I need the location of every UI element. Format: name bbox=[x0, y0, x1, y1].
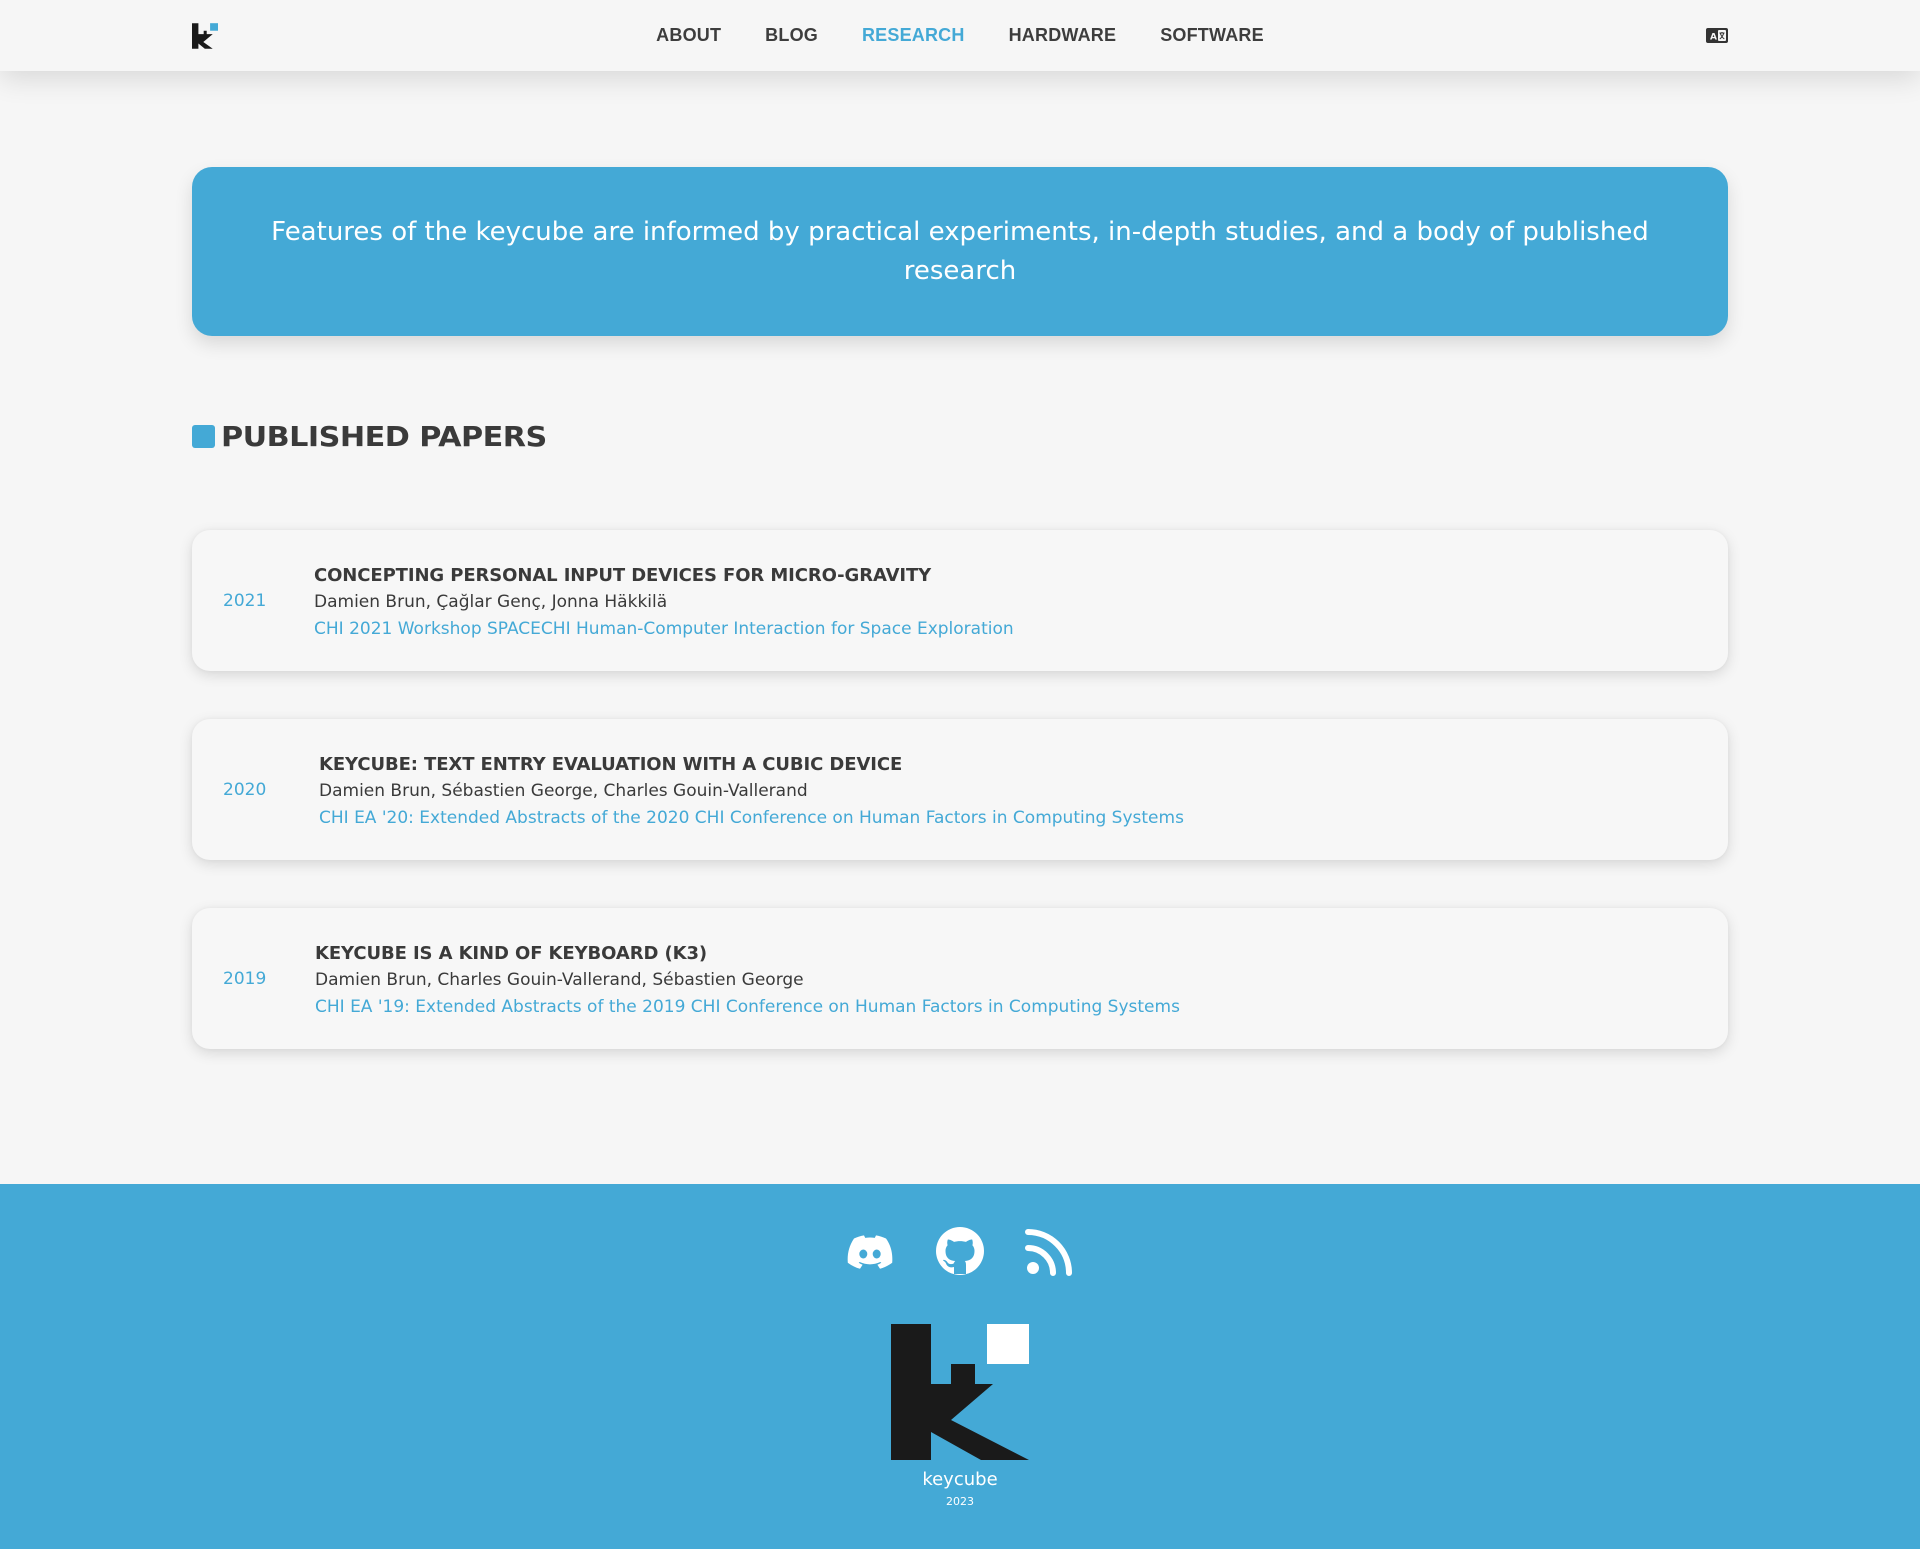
paper-venue-link[interactable]: CHI 2021 Workshop SPACECHI Human-Compute… bbox=[314, 616, 1014, 642]
keycube-logo-icon bbox=[891, 1324, 1029, 1460]
paper-year: 2021 bbox=[223, 590, 267, 611]
nav-item-research[interactable]: RESEARCH bbox=[862, 25, 965, 46]
paper-info: KEYCUBE IS A KIND OF KEYBOARD (K3) Damie… bbox=[315, 941, 1180, 1020]
paper-title: KEYCUBE: TEXT ENTRY EVALUATION WITH A CU… bbox=[319, 754, 903, 775]
paper-info: KEYCUBE: TEXT ENTRY EVALUATION WITH A CU… bbox=[319, 752, 1184, 831]
paper-venue-link[interactable]: CHI EA '19: Extended Abstracts of the 20… bbox=[315, 994, 1180, 1020]
section-heading: PUBLISHED PAPERS bbox=[192, 420, 547, 453]
discord-link[interactable] bbox=[845, 1226, 895, 1276]
footer-brand-name: keycube bbox=[922, 1469, 998, 1490]
paper-card[interactable]: 2021 CONCEPTING PERSONAL INPUT DEVICES F… bbox=[192, 530, 1728, 671]
rss-link[interactable] bbox=[1025, 1226, 1075, 1276]
site-header: ABOUT BLOG RESEARCH HARDWARE SOFTWARE A bbox=[0, 0, 1920, 71]
github-link[interactable] bbox=[935, 1226, 985, 1276]
main-nav: ABOUT BLOG RESEARCH HARDWARE SOFTWARE bbox=[0, 0, 1920, 71]
paper-year: 2019 bbox=[223, 968, 267, 989]
nav-item-software[interactable]: SOFTWARE bbox=[1160, 25, 1264, 46]
paper-year: 2020 bbox=[223, 779, 267, 800]
discord-icon bbox=[847, 1235, 893, 1269]
rss-icon bbox=[1025, 1229, 1072, 1276]
site-footer: keycube 2023 bbox=[0, 1184, 1920, 1549]
nav-item-about[interactable]: ABOUT bbox=[656, 25, 721, 46]
intro-banner: Features of the keycube are informed by … bbox=[192, 167, 1728, 336]
svg-text:A: A bbox=[1710, 33, 1717, 43]
paper-authors: Damien Brun, Sébastien George, Charles G… bbox=[319, 781, 808, 801]
paper-venue-link[interactable]: CHI EA '20: Extended Abstracts of the 20… bbox=[319, 805, 1184, 831]
nav-item-blog[interactable]: BLOG bbox=[765, 25, 818, 46]
paper-info: CONCEPTING PERSONAL INPUT DEVICES FOR MI… bbox=[314, 563, 1014, 642]
heading-square-icon bbox=[192, 425, 215, 448]
paper-title: CONCEPTING PERSONAL INPUT DEVICES FOR MI… bbox=[314, 565, 932, 586]
paper-title: KEYCUBE IS A KIND OF KEYBOARD (K3) bbox=[315, 943, 707, 964]
paper-card[interactable]: 2020 KEYCUBE: TEXT ENTRY EVALUATION WITH… bbox=[192, 719, 1728, 860]
paper-card[interactable]: 2019 KEYCUBE IS A KIND OF KEYBOARD (K3) … bbox=[192, 908, 1728, 1049]
github-icon bbox=[936, 1227, 984, 1275]
language-translate-icon[interactable]: A bbox=[1706, 28, 1728, 43]
section-title: PUBLISHED PAPERS bbox=[221, 420, 547, 453]
social-links bbox=[0, 1226, 1920, 1276]
intro-text: Features of the keycube are informed by … bbox=[271, 216, 1649, 286]
paper-authors: Damien Brun, Charles Gouin-Vallerand, Sé… bbox=[315, 970, 804, 990]
footer-year: 2023 bbox=[946, 1495, 974, 1508]
paper-authors: Damien Brun, Çağlar Genç, Jonna Häkkilä bbox=[314, 592, 668, 612]
nav-item-hardware[interactable]: HARDWARE bbox=[1009, 25, 1117, 46]
